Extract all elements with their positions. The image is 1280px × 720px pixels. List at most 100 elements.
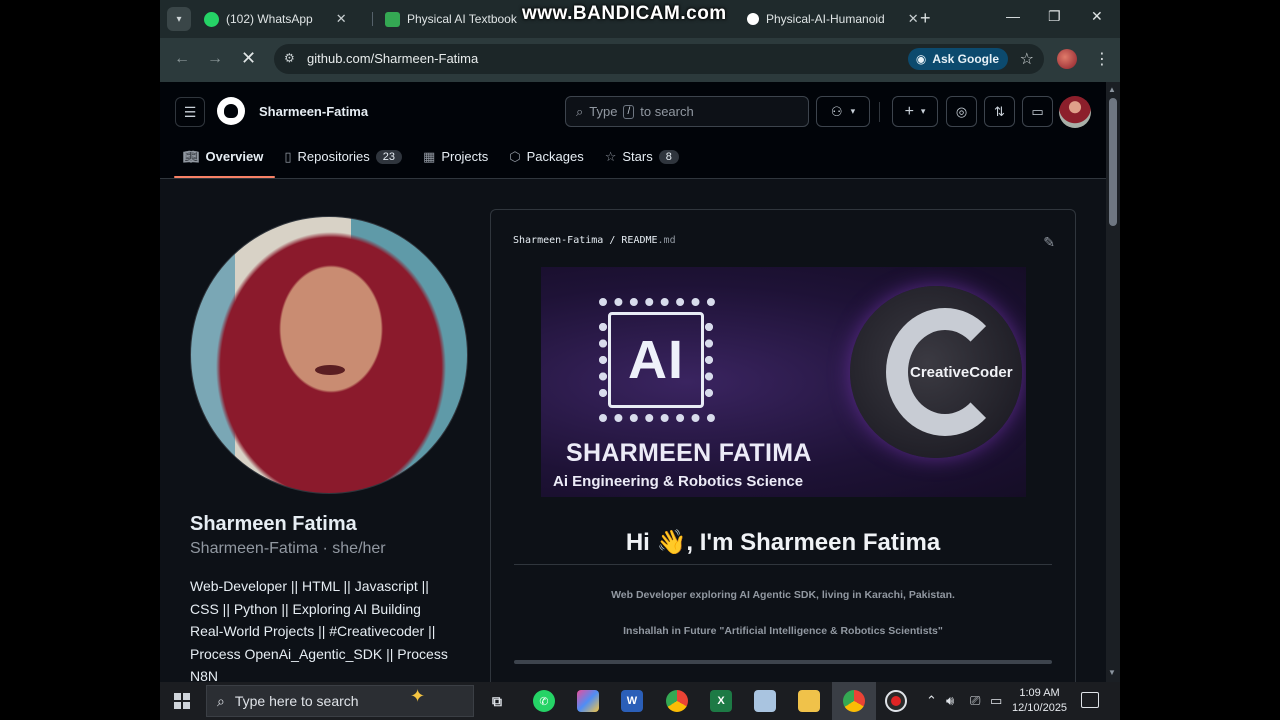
close-tab-icon[interactable]: ✕ <box>336 11 347 27</box>
forward-arrow-icon[interactable]: → <box>207 50 223 68</box>
notifications-icon[interactable] <box>1081 692 1099 708</box>
tab-label: Overview <box>205 149 264 164</box>
network-icon[interactable]: ▭ <box>990 693 1002 709</box>
tab-separator <box>372 12 373 26</box>
chip-text: AI <box>628 330 684 390</box>
stop-loading-icon[interactable]: ✕ <box>241 48 256 69</box>
readme-divider <box>514 660 1052 664</box>
restore-icon[interactable]: ❐ <box>1048 8 1061 25</box>
scroll-up-arrow-icon[interactable]: ▲ <box>1108 85 1116 94</box>
clock-date: 12/10/2025 <box>1012 702 1068 714</box>
search-suffix: to search <box>640 104 694 119</box>
tab-label: Projects <box>441 149 489 164</box>
tab-physical-ai-textbook[interactable]: Physical AI Textbook <box>385 6 517 32</box>
scroll-thumb[interactable] <box>1109 98 1117 226</box>
avatar-detail <box>315 365 345 375</box>
close-tab-icon[interactable]: ✕ <box>908 11 919 27</box>
scroll-down-arrow-icon[interactable]: ▼ <box>1108 668 1116 677</box>
chrome-icon[interactable] <box>666 690 688 712</box>
browser-toolbar: ← → ✕ ⚙ github.com/Sharmeen-Fatima ◉ Ask… <box>160 38 1120 82</box>
search-icon: ⌕ <box>217 692 225 709</box>
ai-chip-icon: AI <box>599 312 713 408</box>
windows-start-icon[interactable] <box>174 693 190 709</box>
tab-packages[interactable]: ⬡ Packages <box>500 140 595 173</box>
profile-avatar[interactable] <box>190 216 468 494</box>
file-explorer-icon[interactable] <box>798 690 820 712</box>
copilot-button[interactable]: ⚇ ▾ <box>816 96 870 127</box>
browser-tab-strip: ▾ (102) WhatsApp ✕ Physical AI Textbook … <box>160 0 1120 38</box>
tab-overview[interactable]: 📖︎ Overview <box>174 140 276 178</box>
system-clock[interactable]: 1:09 AM 12/10/2025 <box>1012 686 1067 716</box>
stars-count-badge: 8 <box>658 149 679 164</box>
repo-count-badge: 23 <box>375 149 403 164</box>
tab-stars[interactable]: ☆ Stars 8 <box>596 140 691 173</box>
search-icon: ⌕ <box>576 103 584 119</box>
task-view-icon[interactable]: ⧉ <box>486 690 508 712</box>
pull-requests-button[interactable]: ⇅ <box>984 96 1015 127</box>
tab-whatsapp[interactable]: (102) WhatsApp ✕ <box>204 6 347 32</box>
chevron-down-icon: ▾ <box>850 106 856 116</box>
image-viewer-icon[interactable] <box>754 690 776 712</box>
book-icon: 📖︎ <box>183 148 200 164</box>
taskbar-search-input[interactable]: ⌕ Type here to search <box>206 685 474 717</box>
screen-frame: ▾ (102) WhatsApp ✕ Physical AI Textbook … <box>160 0 1120 720</box>
inbox-icon: ▭ <box>1031 103 1044 119</box>
header-divider <box>879 102 880 122</box>
tab-label: Packages <box>526 149 584 164</box>
site-settings-icon[interactable]: ⚙ <box>284 51 295 65</box>
tab-label: Stars <box>622 149 653 164</box>
profile-nav-tabs: 📖︎ Overview ▯ Repositories 23 ▦ Projects… <box>174 140 691 178</box>
header-username[interactable]: Sharmeen-Fatima <box>259 104 368 119</box>
tab-repositories[interactable]: ▯ Repositories 23 <box>275 140 414 173</box>
volume-icon[interactable]: 🔊︎ <box>946 693 954 709</box>
copilot-sparkle-icon[interactable]: ✦ <box>410 686 425 707</box>
close-window-icon[interactable]: ✕ <box>1091 8 1103 25</box>
readme-banner-image: AI CreativeCoder SHARMEEN FATIMA Ai Engi… <box>541 267 1026 497</box>
camera-icon[interactable]: ⎚ <box>970 693 980 709</box>
search-shortcut-key: / <box>623 104 635 119</box>
chevron-down-icon: ▾ <box>920 106 926 116</box>
word-icon[interactable]: W <box>621 690 643 712</box>
more-menu-icon[interactable]: ⋮ <box>1094 49 1110 69</box>
edit-pencil-icon[interactable]: ✎ <box>1043 234 1055 251</box>
inbox-button[interactable]: ▭ <box>1022 96 1053 127</box>
issues-button[interactable]: ◎ <box>946 96 977 127</box>
tray-chevron-up-icon[interactable]: ⌃ <box>926 693 937 709</box>
tab-label: Repositories <box>297 149 370 164</box>
tab-physical-ai-humanoid[interactable]: Physical-AI-Humanoid ✕ <box>747 6 919 32</box>
lens-icon: ◉ <box>915 52 927 66</box>
chrome-active-icon[interactable] <box>843 690 865 712</box>
minimize-icon[interactable]: — <box>1006 8 1020 24</box>
repo-icon: ▯ <box>284 148 292 164</box>
page-favicon-icon <box>385 11 400 27</box>
browser-profile-avatar[interactable] <box>1057 49 1077 69</box>
whatsapp-taskbar-icon[interactable]: ✆ <box>533 690 555 712</box>
tab-search-button[interactable]: ▾ <box>167 7 191 31</box>
tab-projects[interactable]: ▦ Projects <box>414 140 500 173</box>
github-logo-icon[interactable] <box>217 97 245 125</box>
page-scrollbar[interactable]: ▲ ▼ <box>1106 82 1120 682</box>
new-tab-icon[interactable]: + <box>920 8 931 29</box>
github-search-input[interactable]: ⌕ Type / to search <box>565 96 809 127</box>
bandicam-record-icon[interactable] <box>885 690 907 712</box>
heading-divider <box>514 564 1052 565</box>
logo-text: CreativeCoder <box>910 364 1013 381</box>
hamburger-menu-icon[interactable]: ☰ <box>175 97 205 127</box>
recording-watermark: www.BANDICAM.com <box>522 3 727 24</box>
tab-label: Physical AI Textbook <box>407 12 517 26</box>
excel-icon[interactable]: X <box>710 690 732 712</box>
user-avatar[interactable] <box>1059 96 1091 128</box>
create-new-button[interactable]: + ▾ <box>892 96 938 127</box>
banner-name: SHARMEEN FATIMA <box>566 439 812 467</box>
taskbar-search-placeholder: Type here to search <box>234 693 359 709</box>
readme-owner-link[interactable]: Sharmeen-Fatima <box>513 235 603 246</box>
address-bar[interactable]: ⚙ github.com/Sharmeen-Fatima ◉ Ask Googl… <box>274 44 1044 74</box>
copilot-app-icon[interactable] <box>577 690 599 712</box>
readme-intro-line: Web Developer exploring AI Agentic SDK, … <box>611 589 955 601</box>
back-arrow-icon[interactable]: ← <box>174 50 190 68</box>
bookmark-star-icon[interactable]: ☆ <box>1020 49 1034 69</box>
ask-google-button[interactable]: ◉ Ask Google <box>907 48 1008 70</box>
path-separator: / <box>609 235 616 246</box>
search-prefix: Type <box>589 104 618 119</box>
package-icon: ⬡ <box>509 148 521 164</box>
